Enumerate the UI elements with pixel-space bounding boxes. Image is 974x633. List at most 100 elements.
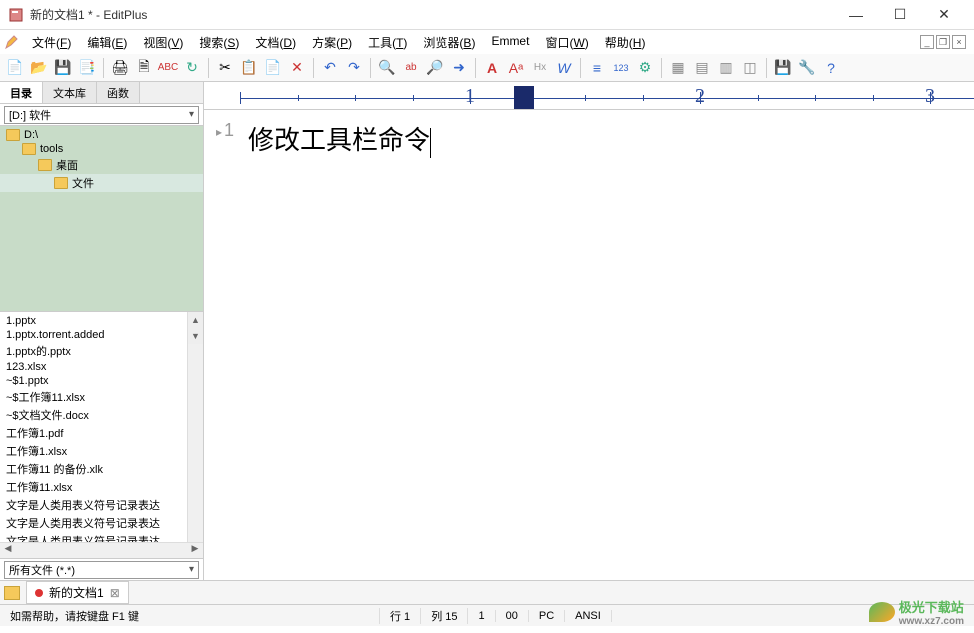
help-button[interactable]: ?: [820, 57, 842, 79]
minimize-button[interactable]: —: [834, 1, 878, 29]
refresh-button[interactable]: ↻: [181, 57, 203, 79]
tree-item[interactable]: tools: [0, 142, 203, 156]
sidebar-tabs: 目录 文本库 函数: [0, 82, 203, 104]
export-button[interactable]: 💾: [772, 57, 794, 79]
menu-5[interactable]: 方案(P): [304, 32, 360, 53]
file-item[interactable]: 工作簿1.pdf: [4, 424, 183, 442]
menu-0[interactable]: 文件(F): [24, 32, 79, 53]
menu-10[interactable]: 帮助(H): [597, 32, 654, 53]
window-title: 新的文档1 * - EditPlus: [30, 6, 834, 23]
tree-item[interactable]: D:\: [0, 128, 203, 142]
open-button[interactable]: 📂: [28, 57, 50, 79]
window2-button[interactable]: ▤: [691, 57, 713, 79]
menu-6[interactable]: 工具(T): [360, 32, 415, 53]
window4-button[interactable]: ◫: [739, 57, 761, 79]
watermark-logo-icon: [869, 602, 895, 622]
paste-button[interactable]: 📄: [262, 57, 284, 79]
file-item[interactable]: 123.xlsx: [4, 360, 183, 374]
findfiles-button[interactable]: 🔎: [424, 57, 446, 79]
folder-icon: [38, 159, 52, 171]
mdi-close-button[interactable]: ×: [952, 35, 966, 49]
status-encoding: ANSI: [565, 610, 612, 622]
file-item[interactable]: 文字是人类用表义符号记录表达: [4, 496, 183, 514]
goto-button[interactable]: ➜: [448, 57, 470, 79]
statusbar: 如需帮助，请按键盘 F1 键 行 1 列 15 1 00 PC ANSI: [0, 604, 974, 626]
mdi-restore-button[interactable]: ❐: [936, 35, 950, 49]
filelist-hscroll[interactable]: ◀▶: [0, 542, 203, 558]
mdi-minimize-button[interactable]: _: [920, 35, 934, 49]
folder-tree[interactable]: D:\tools桌面文件: [0, 126, 203, 312]
document-tab-bar: 新的文档1 ⊠: [0, 580, 974, 604]
tool-button[interactable]: 🔧: [796, 57, 818, 79]
menu-3[interactable]: 搜索(S): [191, 32, 247, 53]
window3-button[interactable]: ▥: [715, 57, 737, 79]
menu-9[interactable]: 窗口(W): [537, 32, 596, 53]
tree-item[interactable]: 文件: [0, 174, 203, 192]
status-ovr: 00: [496, 610, 529, 622]
ruler: 123: [204, 82, 974, 110]
column-button[interactable]: 123: [610, 57, 632, 79]
status-pc: PC: [529, 610, 565, 622]
saveall-button[interactable]: 📑: [76, 57, 98, 79]
file-item[interactable]: 1.pptx的.pptx: [4, 342, 183, 360]
copy-button[interactable]: 📋: [238, 57, 260, 79]
settings-button[interactable]: ⚙: [634, 57, 656, 79]
file-item[interactable]: 文字是人类用表义符号记录表达: [4, 514, 183, 532]
menu-2[interactable]: 视图(V): [135, 32, 191, 53]
document-tab[interactable]: 新的文档1 ⊠: [26, 581, 129, 604]
main-area: 目录 文本库 函数 [D:] 软件 D:\tools桌面文件 1.pptx1.p…: [0, 82, 974, 580]
file-item[interactable]: 工作簿11.xlsx: [4, 478, 183, 496]
filelist-scrollbar[interactable]: ▲▼: [187, 312, 203, 542]
undo-button[interactable]: ↶: [319, 57, 341, 79]
sidebar: 目录 文本库 函数 [D:] 软件 D:\tools桌面文件 1.pptx1.p…: [0, 82, 204, 580]
print-button[interactable]: 🖨: [109, 57, 131, 79]
file-item[interactable]: ~$1.pptx: [4, 374, 183, 388]
indent-button[interactable]: ≡: [586, 57, 608, 79]
find-button[interactable]: 🔍: [376, 57, 398, 79]
file-item[interactable]: ~$工作簿11.xlsx: [4, 388, 183, 406]
menu-1[interactable]: 编辑(E): [79, 32, 135, 53]
replace-button[interactable]: ab: [400, 57, 422, 79]
toolbar: 📄 📂 💾 📑 🖨 🗎 ABC ↻ ✂ 📋 📄 ✕ ↶ ↷ 🔍 ab 🔎 ➜ A…: [0, 54, 974, 82]
file-item[interactable]: 1.pptx: [4, 314, 183, 328]
redo-button[interactable]: ↷: [343, 57, 365, 79]
preview-button[interactable]: 🗎: [133, 57, 155, 79]
sidebar-tab-cliptext[interactable]: 文本库: [43, 82, 97, 103]
sidebar-tab-directory[interactable]: 目录: [0, 82, 43, 103]
drive-combo[interactable]: [D:] 软件: [4, 106, 199, 124]
wordwrap-button[interactable]: W: [553, 57, 575, 79]
file-item[interactable]: 工作簿11 的备份.xlk: [4, 460, 183, 478]
file-list[interactable]: 1.pptx1.pptx.torrent.added1.pptx的.pptx12…: [0, 312, 187, 542]
new-button[interactable]: 📄: [4, 57, 26, 79]
file-item[interactable]: 工作簿1.xlsx: [4, 442, 183, 460]
file-item[interactable]: 1.pptx.torrent.added: [4, 328, 183, 342]
save-button[interactable]: 💾: [52, 57, 74, 79]
hex-button[interactable]: Hx: [529, 57, 551, 79]
spellcheck-button[interactable]: ABC: [157, 57, 179, 79]
fontsize-button[interactable]: Aᵃ: [505, 57, 527, 79]
ruler-number: 3: [925, 85, 935, 108]
text-caret: [430, 128, 431, 158]
window1-button[interactable]: ▦: [667, 57, 689, 79]
editor-body[interactable]: ▸1 修改工具栏命令: [204, 110, 974, 580]
tab-close-button[interactable]: ⊠: [110, 586, 120, 600]
menu-8[interactable]: Emmet: [483, 32, 537, 53]
ruler-number: 2: [695, 85, 705, 108]
folder-icon: [4, 586, 20, 600]
file-item[interactable]: ~$文档文件.docx: [4, 406, 183, 424]
close-button[interactable]: ✕: [922, 1, 966, 29]
maximize-button[interactable]: ☐: [878, 1, 922, 29]
file-item[interactable]: 文字是人类用表义符号记录表达: [4, 532, 183, 542]
cut-button[interactable]: ✂: [214, 57, 236, 79]
font-button[interactable]: A: [481, 57, 503, 79]
delete-button[interactable]: ✕: [286, 57, 308, 79]
menu-7[interactable]: 浏览器(B): [415, 32, 483, 53]
file-filter-combo[interactable]: 所有文件 (*.*): [4, 561, 199, 579]
folder-icon: [22, 143, 36, 155]
tree-item[interactable]: 桌面: [0, 156, 203, 174]
watermark: 极光下载站 www.xz7.com: [869, 597, 964, 627]
editor-text-area[interactable]: 修改工具栏命令: [240, 110, 974, 580]
sidebar-tab-functions[interactable]: 函数: [97, 82, 140, 103]
titlebar: 新的文档1 * - EditPlus — ☐ ✕: [0, 0, 974, 30]
menu-4[interactable]: 文档(D): [247, 32, 304, 53]
